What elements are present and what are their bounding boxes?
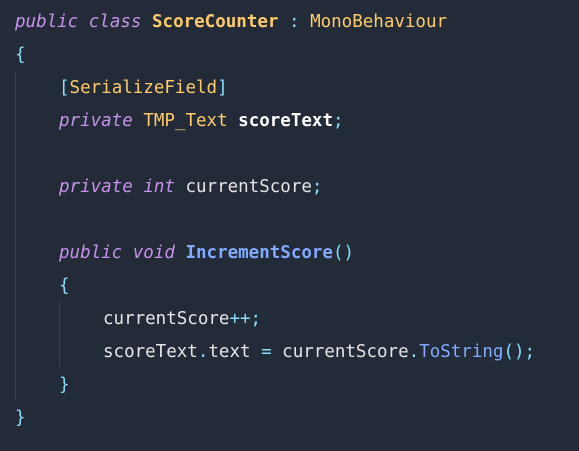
code-line-6: private int currentScore;	[59, 175, 322, 199]
open-brace-class: {	[15, 45, 26, 65]
identifier: currentScore	[282, 342, 409, 362]
field-name: currentScore	[185, 177, 312, 197]
colon: :	[288, 12, 300, 32]
semicolon: ;	[311, 177, 323, 197]
member-dot: .	[408, 342, 420, 362]
semicolon: ;	[250, 309, 262, 329]
parentheses: ()	[332, 243, 355, 263]
object-name: scoreText	[103, 342, 198, 362]
close-brace-class: }	[15, 408, 26, 428]
code-line-2: {	[15, 43, 26, 67]
indent-guide-class-body	[15, 72, 16, 400]
open-brace-method: {	[59, 276, 70, 296]
semicolon: ;	[332, 111, 344, 131]
method-name: IncrementScore	[185, 243, 333, 263]
method-call: ToString	[419, 342, 504, 362]
keyword-public: public	[59, 243, 123, 263]
keyword-void: void	[132, 243, 175, 263]
class-name: ScoreCounter	[152, 12, 279, 32]
code-line-8: public void IncrementScore()	[59, 241, 354, 265]
attribute-open-bracket: [	[59, 78, 70, 98]
parentheses: ()	[503, 342, 525, 362]
assign-operator: =	[261, 342, 272, 362]
keyword-public: public	[15, 12, 79, 32]
keyword-private: private	[59, 111, 133, 131]
code-line-13: }	[15, 406, 26, 430]
increment-operator: ++	[229, 309, 251, 329]
keyword-class: class	[88, 12, 142, 32]
type-name: TMP_Text	[143, 111, 228, 131]
indent-guide-method-body	[59, 303, 60, 367]
code-line-10: currentScore++;	[103, 307, 261, 331]
code-line-12: }	[59, 373, 70, 397]
field-name: scoreText	[238, 111, 333, 131]
attribute-name: SerializeField	[69, 78, 218, 98]
member-name: text	[208, 342, 251, 362]
attribute-close-bracket: ]	[217, 78, 228, 98]
semicolon: ;	[524, 342, 536, 362]
code-line-9: {	[59, 274, 70, 298]
close-brace-method: }	[59, 375, 70, 395]
code-line-3: [SerializeField]	[59, 76, 228, 100]
keyword-int: int	[143, 177, 175, 197]
code-line-1: public class ScoreCounter : MonoBehaviou…	[15, 10, 447, 34]
keyword-private: private	[59, 177, 133, 197]
code-line-11: scoreText.text = currentScore.ToString()…	[103, 340, 535, 364]
member-dot: .	[197, 342, 209, 362]
base-class: MonoBehaviour	[310, 12, 448, 32]
code-editor[interactable]: public class ScoreCounter : MonoBehaviou…	[0, 0, 579, 451]
identifier: currentScore	[103, 309, 230, 329]
code-line-4: private TMP_Text scoreText;	[59, 109, 344, 133]
